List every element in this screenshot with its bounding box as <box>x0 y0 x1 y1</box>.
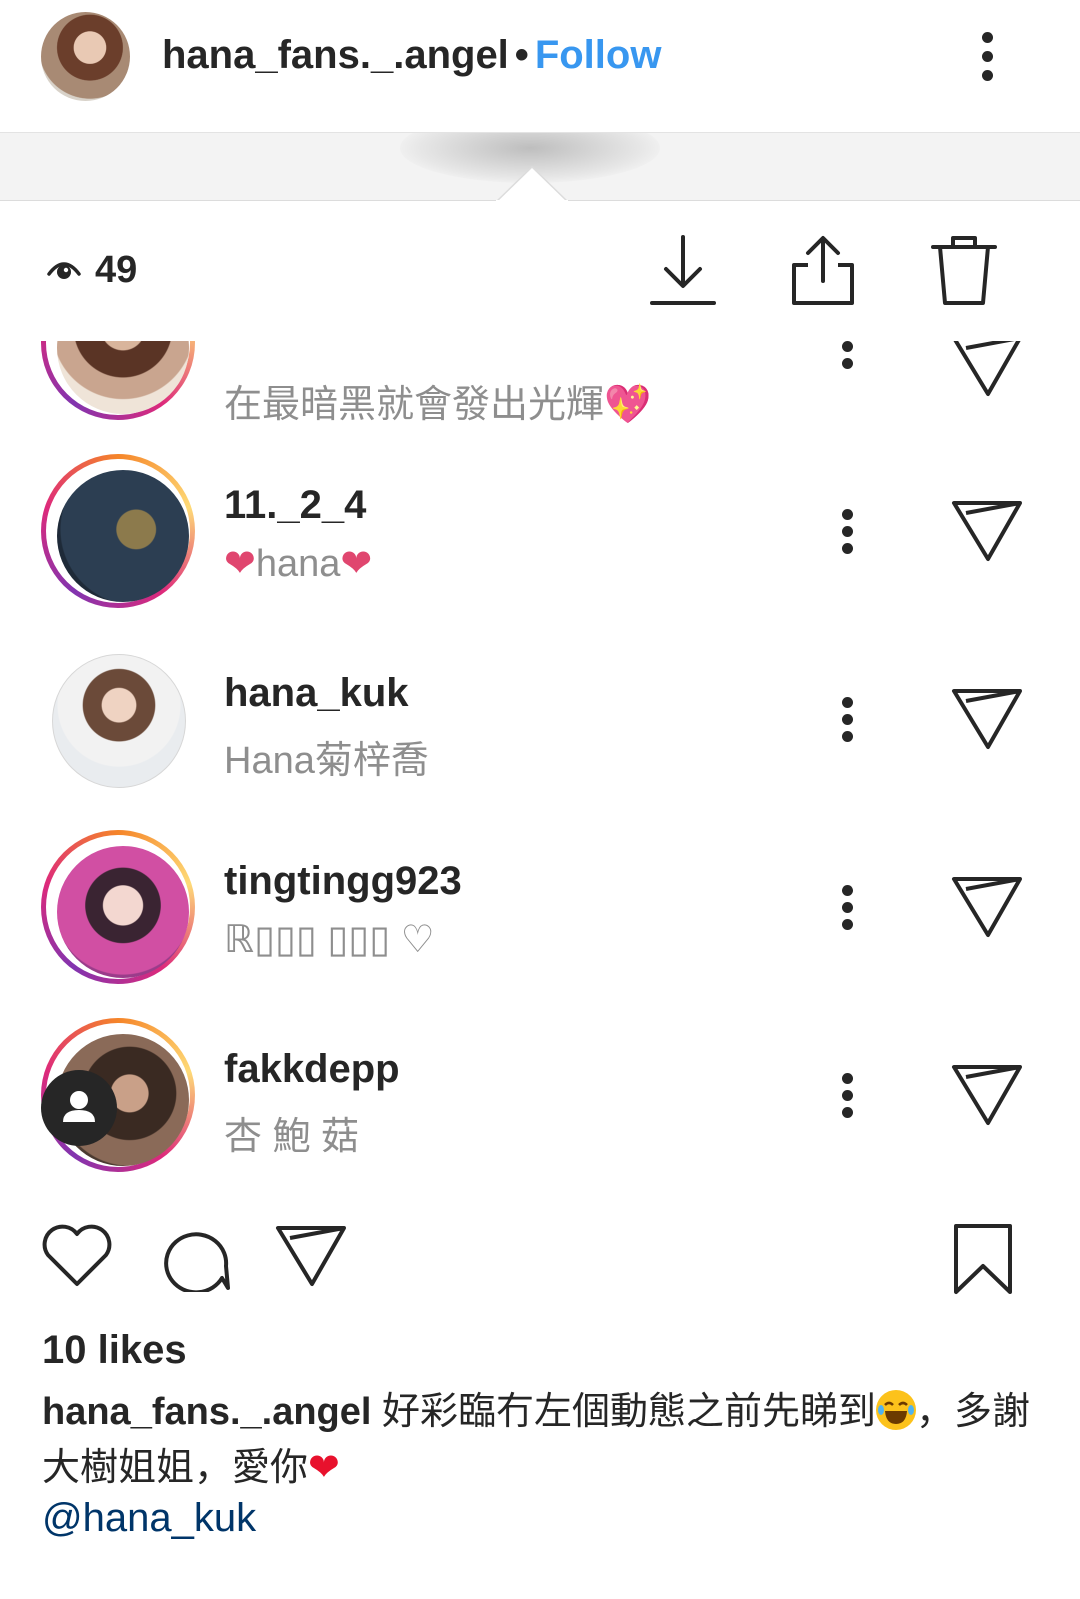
trash-icon[interactable] <box>929 233 999 307</box>
viewer-username[interactable]: tingtingg923 <box>224 859 462 904</box>
follow-button[interactable]: Follow <box>535 33 662 77</box>
viewer-count[interactable]: 49 <box>95 249 137 292</box>
viewer-avatar[interactable] <box>57 341 189 414</box>
viewer-username[interactable]: hana_kuk <box>224 671 409 716</box>
viewer-row[interactable]: fakkdepp 杏 鮑 菇 <box>0 1015 1080 1191</box>
caret-pointer-icon <box>496 166 568 202</box>
viewer-row[interactable]: 在最暗黑就會發出光輝💖 <box>0 341 1080 454</box>
mention-link[interactable]: @hana_kuk <box>42 1496 256 1541</box>
download-icon[interactable] <box>648 233 718 307</box>
likes-count[interactable]: 10 likes <box>42 1328 187 1373</box>
viewer-avatar[interactable] <box>57 470 189 602</box>
viewer-toolbar: 49 <box>0 166 1080 343</box>
send-icon[interactable] <box>950 497 1024 563</box>
viewer-username[interactable]: fakkdepp <box>224 1047 400 1092</box>
viewer-subtitle: ℝ▯▯▯ ▯▯▯ ♡ <box>224 919 435 961</box>
post-header: hana_fans._.angel • Follow <box>0 0 1080 133</box>
viewer-subtitle: 在最暗黑就會發出光輝💖 <box>224 384 652 426</box>
send-icon[interactable] <box>950 873 1024 939</box>
viewer-more-icon[interactable] <box>840 885 856 931</box>
header-title: hana_fans._.angel • Follow <box>162 33 661 78</box>
story-ring <box>41 341 195 420</box>
caption-username[interactable]: hana_fans._.angel <box>42 1391 371 1433</box>
post-actions <box>0 1210 1080 1310</box>
viewer-subtitle: ❤hana❤ <box>224 543 373 585</box>
viewer-list[interactable]: 在最暗黑就會發出光輝💖 11._2_4 ❤hana❤ hana_kuk Hana… <box>0 341 1080 1191</box>
viewer-avatar[interactable] <box>52 654 186 788</box>
viewer-subtitle: 杏 鮑 菇 <box>224 1116 360 1158</box>
bookmark-icon[interactable] <box>950 1222 1016 1296</box>
profile-avatar[interactable] <box>41 12 130 101</box>
story-ring <box>41 830 195 984</box>
viewer-row[interactable]: hana_kuk Hana菊梓喬 <box>0 639 1080 827</box>
header-username[interactable]: hana_fans._.angel <box>162 33 509 77</box>
send-icon[interactable] <box>950 1061 1024 1127</box>
send-icon[interactable] <box>950 341 1024 398</box>
heart-emoji-icon: ❤ <box>340 543 373 585</box>
viewer-username[interactable]: 11._2_4 <box>224 483 366 528</box>
heart-emoji-icon: ❤ <box>224 543 256 585</box>
red-heart-emoji-icon: ❤ <box>308 1447 340 1489</box>
send-icon[interactable] <box>950 685 1024 751</box>
header-separator: • <box>514 33 529 77</box>
viewer-row[interactable]: 11._2_4 ❤hana❤ <box>0 451 1080 639</box>
eye-icon <box>47 262 81 279</box>
heart-icon[interactable] <box>40 1222 114 1288</box>
viewer-more-icon[interactable] <box>840 1073 856 1119</box>
viewer-row[interactable]: tingtingg923 ℝ▯▯▯ ▯▯▯ ♡ <box>0 827 1080 1015</box>
caption-text: 好彩臨冇左個動態之前先睇到 <box>382 1391 877 1433</box>
viewer-avatar[interactable] <box>57 846 189 978</box>
story-ring <box>41 454 195 608</box>
viewer-more-icon[interactable] <box>840 697 856 743</box>
viewer-more-icon[interactable] <box>840 509 856 555</box>
share-icon[interactable] <box>788 233 858 307</box>
comment-icon[interactable] <box>160 1222 232 1292</box>
person-icon <box>63 1091 95 1122</box>
send-icon[interactable] <box>274 1222 348 1288</box>
laughing-emoji-icon <box>876 1390 917 1430</box>
contact-badge <box>41 1070 117 1146</box>
viewer-more-icon[interactable] <box>840 341 856 370</box>
more-options-icon[interactable] <box>978 32 998 82</box>
viewer-subtitle: Hana菊梓喬 <box>224 740 429 782</box>
post-caption: hana_fans._.angel 好彩臨冇左個動態之前先睇到 ，多謝大樹姐姐，愛… <box>42 1384 1042 1496</box>
